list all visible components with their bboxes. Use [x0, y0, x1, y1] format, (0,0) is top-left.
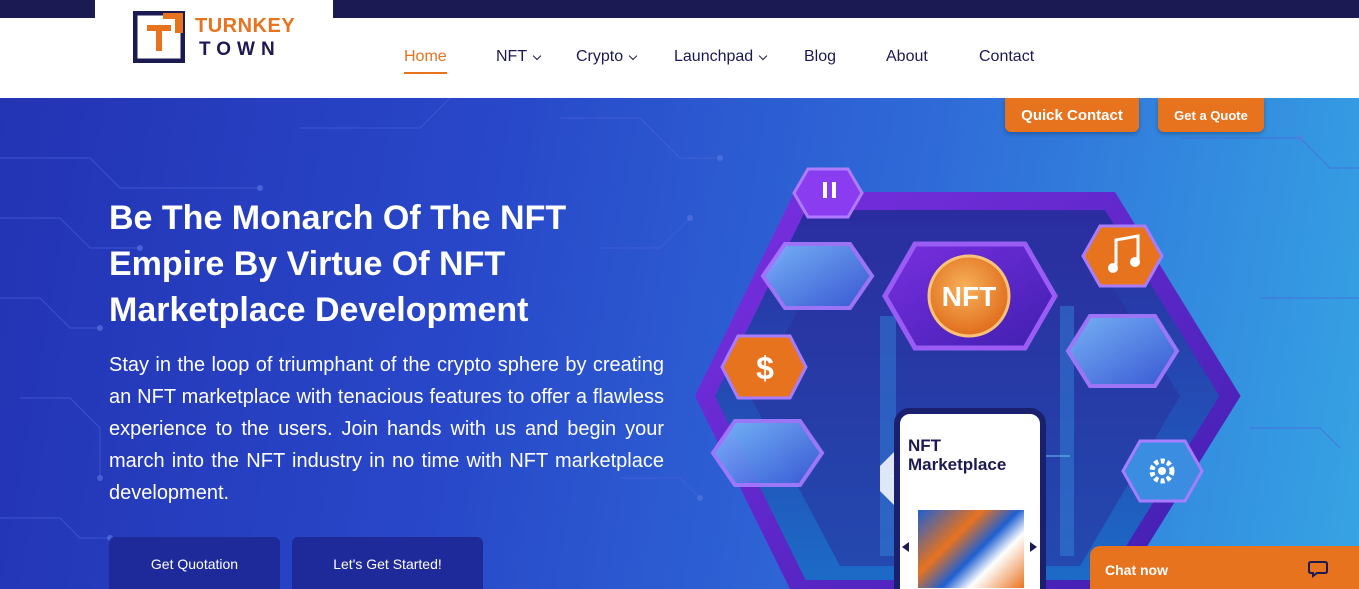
quick-contact-button[interactable]: Quick Contact: [1005, 98, 1139, 132]
chat-widget-label: Chat now: [1105, 562, 1168, 578]
chevron-down-icon: [532, 51, 542, 60]
chevron-down-icon: [628, 51, 638, 60]
nav-item-home[interactable]: Home: [404, 48, 447, 74]
arrow-left-icon: [902, 542, 909, 552]
hero-description: Stay in the loop of triumphant of the cr…: [109, 354, 664, 504]
chat-bubble-icon: [1308, 561, 1328, 578]
nav-item-label: About: [886, 48, 928, 65]
nav-item-nft[interactable]: NFT: [496, 48, 542, 66]
nav-item-label: Crypto: [576, 48, 624, 65]
chat-widget[interactable]: Chat now: [1090, 546, 1359, 589]
hero-title: Be The Monarch Of The NFT Empire By Virt…: [109, 199, 567, 329]
main-nav: Home NFT Crypto Launchpad Blog About Con…: [0, 18, 1359, 98]
phone-title: NFT Marketplace: [908, 436, 1007, 474]
nav-item-label: Launchpad: [674, 48, 754, 65]
nav-item-blog[interactable]: Blog: [804, 48, 836, 66]
get-quotation-button[interactable]: Get Quotation: [109, 537, 280, 589]
nav-item-label: Home: [404, 48, 447, 65]
site-header: TURNKEY TOWN Home NFT Crypto Launchpad B…: [0, 11, 1359, 98]
lets-get-started-button[interactable]: Let's Get Started!: [292, 537, 483, 589]
nav-item-contact[interactable]: Contact: [979, 48, 1034, 66]
get-a-quote-button[interactable]: Get a Quote: [1158, 98, 1264, 132]
nav-item-label: Blog: [804, 48, 837, 65]
nav-item-label: NFT: [496, 48, 528, 65]
nav-item-crypto[interactable]: Crypto: [576, 48, 638, 66]
nft-artwork-image: [918, 510, 1024, 588]
phone-mockup: NFT Marketplace: [894, 408, 1046, 589]
nav-item-label: Contact: [979, 48, 1035, 65]
svg-text:$: $: [756, 350, 774, 386]
nft-coin-label: NFT: [942, 281, 996, 312]
arrow-right-icon: [1030, 542, 1037, 552]
nav-item-launchpad[interactable]: Launchpad: [674, 48, 768, 66]
nav-item-about[interactable]: About: [886, 48, 928, 66]
chevron-down-icon: [758, 51, 768, 60]
hero-section: Quick Contact Get a Quote Be The Monarch…: [0, 98, 1359, 589]
